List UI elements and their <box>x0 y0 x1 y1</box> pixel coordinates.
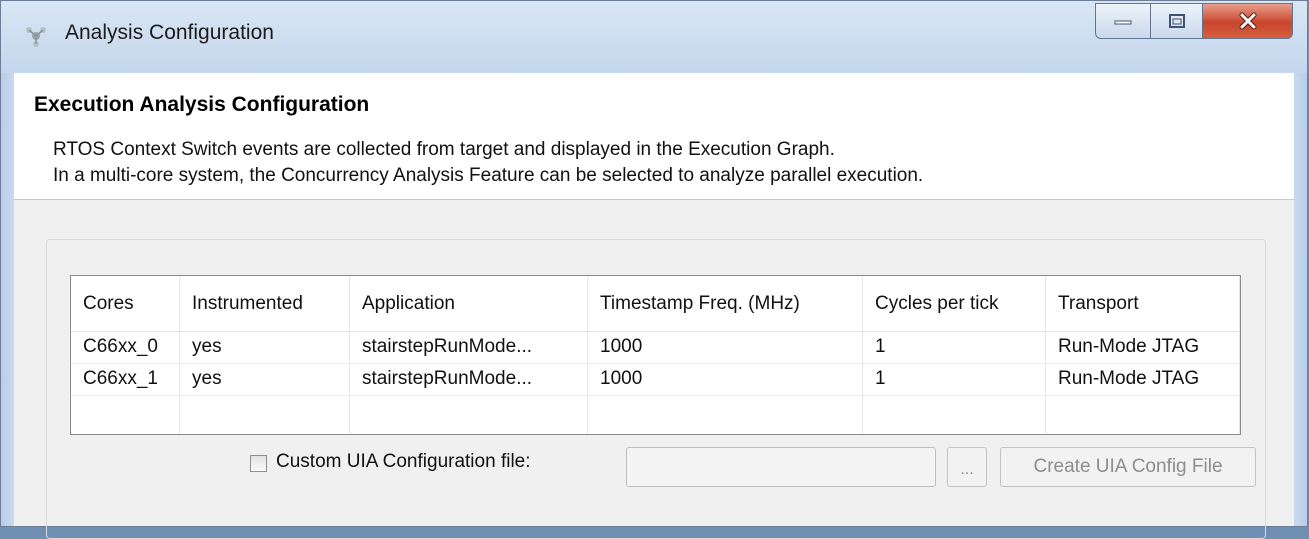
description: RTOS Context Switch events are collected… <box>53 137 923 189</box>
table-cell: stairstepRunMode... <box>350 363 588 395</box>
dialog-content: Execution Analysis Configuration RTOS Co… <box>14 73 1297 539</box>
column-header-application[interactable]: Application <box>350 276 588 331</box>
browse-button[interactable]: ... <box>947 447 987 487</box>
column-header-timestamp-freq[interactable]: Timestamp Freq. (MHz) <box>588 276 863 331</box>
title-bar[interactable]: Analysis Configuration <box>1 1 1307 73</box>
table-cell: C66xx_1 <box>71 363 180 395</box>
description-line: In a multi-core system, the Concurrency … <box>53 165 924 186</box>
table-header: Cores Instrumented Application Timestamp… <box>71 276 1240 332</box>
table-cell: yes <box>180 331 350 363</box>
table-cell: Run-Mode JTAG <box>1046 363 1240 395</box>
description-line: RTOS Context Switch events are collected… <box>53 139 835 160</box>
column-header-cores[interactable]: Cores <box>71 276 180 331</box>
custom-uia-config-checkbox[interactable] <box>250 455 267 472</box>
close-button[interactable] <box>1203 3 1293 39</box>
table-cell: yes <box>180 363 350 395</box>
config-file-path-field[interactable] <box>626 447 936 487</box>
close-icon <box>1239 12 1256 30</box>
dialog-header: Execution Analysis Configuration RTOS Co… <box>14 73 1294 200</box>
table-cell: C66xx_0 <box>71 331 180 363</box>
table-row[interactable]: C66xx_0 yes stairstepRunMode... 1000 1 R… <box>71 331 1240 364</box>
create-uia-config-button[interactable]: Create UIA Config File <box>1000 447 1256 487</box>
table-cell <box>588 395 863 434</box>
table-row[interactable] <box>71 395 1240 434</box>
analysis-configuration-window: Analysis Configuration Execution Analysi… <box>0 0 1308 539</box>
column-header-cycles-per-tick[interactable]: Cycles per tick <box>863 276 1046 331</box>
column-header-instrumented[interactable]: Instrumented <box>180 276 350 331</box>
minimize-button[interactable] <box>1095 3 1151 39</box>
column-header-transport[interactable]: Transport <box>1046 276 1240 331</box>
table-cell: stairstepRunMode... <box>350 331 588 363</box>
custom-config-row: Custom UIA Configuration file: ... Creat… <box>14 445 1297 495</box>
maximize-icon <box>1168 14 1185 28</box>
table-cell: 1 <box>863 331 1046 363</box>
window-border-left <box>1 73 14 526</box>
maximize-button[interactable] <box>1151 3 1203 39</box>
window-title: Analysis Configuration <box>65 21 274 44</box>
custom-uia-config-label[interactable]: Custom UIA Configuration file: <box>276 451 531 473</box>
analysis-app-icon <box>26 27 46 47</box>
table-cell: 1 <box>863 363 1046 395</box>
table-row[interactable]: C66xx_1 yes stairstepRunMode... 1000 1 R… <box>71 363 1240 396</box>
table-cell <box>863 395 1046 434</box>
table-cell: Run-Mode JTAG <box>1046 331 1240 363</box>
table-cell <box>180 395 350 434</box>
table-cell <box>1046 395 1240 434</box>
minimize-icon <box>1114 20 1132 25</box>
window-controls <box>1095 3 1293 41</box>
page-title: Execution Analysis Configuration <box>34 93 370 116</box>
table-cell <box>71 395 180 434</box>
table-cell <box>350 395 588 434</box>
table-cell: 1000 <box>588 363 863 395</box>
table-cell: 1000 <box>588 331 863 363</box>
cores-table[interactable]: Cores Instrumented Application Timestamp… <box>70 275 1241 435</box>
